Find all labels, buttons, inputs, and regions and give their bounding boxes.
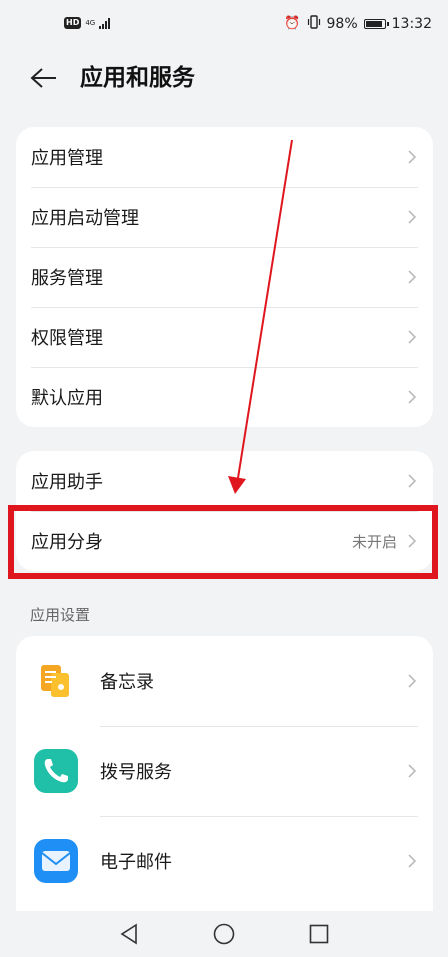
- page-title: 应用和服务: [80, 65, 195, 91]
- header: 应用和服务: [0, 52, 448, 112]
- phone-icon: [34, 749, 78, 793]
- chevron-right-icon: [408, 764, 417, 778]
- status-right: ⏰ 98% 13:32: [284, 15, 432, 32]
- signal-icon: [99, 17, 111, 29]
- chevron-right-icon: [408, 210, 417, 224]
- chevron-right-icon: [408, 150, 417, 164]
- alarm-icon: ⏰: [284, 16, 301, 31]
- row-label: 应用启动管理: [31, 208, 139, 229]
- row-label: 服务管理: [31, 268, 103, 289]
- row-label: 应用分身: [31, 532, 103, 553]
- status-bar: HD 4G ⏰ 98% 13:32: [0, 0, 448, 52]
- system-navigation-bar: [0, 911, 448, 957]
- app-management-item[interactable]: 应用管理: [16, 127, 433, 187]
- app-label: 拨号服务: [100, 762, 172, 783]
- settings-group-main: 应用管理 应用启动管理 服务管理 权限管理 默认应用: [16, 127, 433, 427]
- chevron-right-icon: [408, 674, 417, 688]
- dialer-service-item[interactable]: 拨号服务: [16, 726, 433, 816]
- section-title-app-settings: 应用设置: [30, 606, 91, 624]
- nav-back-icon[interactable]: [116, 921, 142, 947]
- row-label: 应用管理: [31, 148, 103, 169]
- app-assistant-item[interactable]: 应用助手: [16, 451, 433, 511]
- default-apps-item[interactable]: 默认应用: [16, 367, 433, 427]
- row-label: 应用助手: [31, 472, 103, 493]
- chevron-right-icon: [408, 270, 417, 284]
- arrow-left-icon: [30, 68, 56, 88]
- battery-icon: [363, 18, 389, 29]
- memo-app-item[interactable]: 备忘录: [16, 636, 433, 726]
- battery-fill: [365, 20, 383, 27]
- clock: 13:32: [391, 15, 432, 32]
- service-management-item[interactable]: 服务管理: [16, 247, 433, 307]
- app-settings-list: 备忘录 拨号服务 电子邮件: [16, 636, 433, 936]
- app-label: 电子邮件: [100, 852, 172, 873]
- row-label: 默认应用: [31, 388, 103, 409]
- hd-icon: HD: [64, 17, 82, 29]
- chevron-right-icon: [408, 390, 417, 404]
- permission-management-item[interactable]: 权限管理: [16, 307, 433, 367]
- vibrate-icon: [307, 15, 321, 32]
- chevron-right-icon: [408, 854, 417, 868]
- chevron-right-icon: [408, 534, 417, 548]
- app-label: 备忘录: [100, 672, 154, 693]
- settings-group-assistant: 应用助手 应用分身 未开启: [16, 451, 433, 571]
- row-label: 权限管理: [31, 328, 103, 349]
- notepad-icon: [41, 665, 69, 697]
- back-button[interactable]: [26, 60, 62, 96]
- network-type: 4G: [85, 19, 96, 27]
- nav-home-icon[interactable]: [211, 921, 237, 947]
- mail-icon: [34, 839, 78, 883]
- nav-recents-icon[interactable]: [306, 921, 332, 947]
- status-left: HD 4G: [64, 17, 111, 29]
- chevron-right-icon: [408, 474, 417, 488]
- app-launch-management-item[interactable]: 应用启动管理: [16, 187, 433, 247]
- app-twin-status: 未开启: [351, 532, 397, 551]
- app-twin-item[interactable]: 应用分身 未开启: [16, 511, 433, 571]
- chevron-right-icon: [408, 330, 417, 344]
- battery-percent: 98%: [326, 15, 358, 32]
- email-app-item[interactable]: 电子邮件: [16, 816, 433, 906]
